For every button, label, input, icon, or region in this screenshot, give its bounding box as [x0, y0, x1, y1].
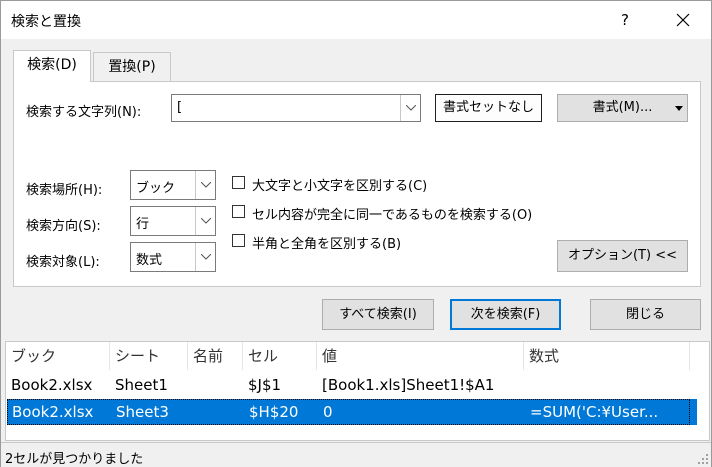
format-button-label: 書式(M)... — [592, 100, 653, 115]
resize-grip-icon[interactable] — [697, 453, 709, 465]
find-panel: 検索する文字列(N): [ 書式セットなし 書式(M)... 検索場所(H): … — [13, 81, 701, 287]
result-cell: $J$1 — [248, 376, 282, 394]
chevron-down-icon — [406, 105, 416, 111]
match-byte-label: 半角と全角を区別する(B) — [252, 237, 402, 252]
search-direction-select[interactable]: 行 — [130, 206, 216, 236]
look-in-label: 検索対象(L): — [26, 255, 100, 270]
status-bar: 2セルが見つかりました — [1, 442, 711, 467]
dropdown-arrow-icon — [675, 106, 683, 111]
find-what-dropdown[interactable] — [400, 95, 420, 121]
result-cell: $H$20 — [249, 403, 299, 421]
find-what-input[interactable]: [ — [177, 100, 182, 115]
look-in-value: 数式 — [136, 253, 163, 268]
result-name — [188, 372, 243, 398]
result-name — [189, 399, 244, 425]
result-value: [Book1.xls]Sheet1!$A1 — [322, 376, 495, 394]
match-case-checkbox[interactable] — [232, 176, 245, 189]
results-header: ブック シート 名前 セル 値 数式 — [6, 342, 696, 370]
find-what-combo[interactable]: [ — [171, 94, 421, 122]
result-book: Book2.xlsx — [12, 403, 94, 421]
dialog-title: 検索と置換 — [11, 14, 81, 30]
find-what-label: 検索する文字列(N): — [26, 105, 142, 120]
table-row-selected[interactable]: Book2.xlsx Sheet3 $H$20 0 =SUM('C:¥User.… — [7, 399, 697, 425]
look-in-dropdown[interactable] — [195, 243, 215, 271]
look-in-select[interactable]: 数式 — [130, 242, 216, 272]
match-entire-cell-checkbox[interactable] — [232, 205, 245, 218]
chevron-down-icon — [201, 218, 211, 224]
within-dropdown[interactable] — [195, 171, 215, 199]
column-header-formula[interactable]: 数式 — [524, 342, 690, 370]
column-header-book[interactable]: ブック — [6, 342, 110, 370]
chevron-down-icon — [201, 182, 211, 188]
no-format-set-button[interactable]: 書式セットなし — [435, 94, 542, 122]
match-entire-cell-label: セル内容が完全に同一であるものを検索する(O) — [252, 208, 533, 223]
column-header-value[interactable]: 値 — [317, 342, 524, 370]
result-formula: =SUM('C:¥User... — [530, 403, 659, 421]
search-direction-label: 検索方向(S): — [26, 219, 101, 234]
column-header-sheet[interactable]: シート — [110, 342, 188, 370]
help-button[interactable]: ? — [610, 5, 640, 35]
column-header-name[interactable]: 名前 — [188, 342, 243, 370]
status-text: 2セルが見つかりました — [5, 452, 144, 467]
within-label: 検索場所(H): — [26, 183, 103, 198]
find-next-button[interactable]: 次を検索(F) — [450, 299, 561, 330]
match-case-label: 大文字と小文字を区別する(C) — [252, 179, 428, 194]
tab-replace[interactable]: 置換(P) — [93, 52, 171, 82]
column-header-cell[interactable]: セル — [243, 342, 317, 370]
search-direction-dropdown[interactable] — [195, 207, 215, 235]
match-byte-checkbox[interactable] — [232, 234, 245, 247]
result-value: 0 — [323, 403, 333, 421]
options-toggle-button[interactable]: オプション(T) << — [557, 240, 688, 272]
table-row[interactable]: Book2.xlsx Sheet1 $J$1 [Book1.xls]Sheet1… — [6, 372, 696, 398]
close-button[interactable]: 閉じる — [590, 299, 701, 330]
format-button[interactable]: 書式(M)... — [557, 94, 688, 122]
tab-find[interactable]: 検索(D) — [13, 50, 91, 82]
title-bar: 検索と置換 ? — [1, 1, 711, 39]
close-icon — [676, 13, 690, 27]
result-book: Book2.xlsx — [11, 376, 93, 394]
find-all-button[interactable]: すべて検索(I) — [322, 299, 434, 330]
chevron-down-icon — [201, 254, 211, 260]
result-sheet: Sheet1 — [115, 376, 168, 394]
within-value: ブック — [136, 181, 176, 196]
search-direction-value: 行 — [136, 217, 150, 232]
close-window-button[interactable] — [668, 5, 698, 35]
find-replace-dialog: 検索と置換 ? 検索(D) 置換(P) 検索する文字列(N): [ 書式セットな… — [0, 0, 712, 467]
result-formula — [524, 372, 690, 398]
result-sheet: Sheet3 — [116, 403, 169, 421]
results-list[interactable]: ブック シート 名前 セル 値 数式 Book2.xlsx Sheet1 $J$… — [5, 341, 710, 441]
within-select[interactable]: ブック — [130, 170, 216, 200]
